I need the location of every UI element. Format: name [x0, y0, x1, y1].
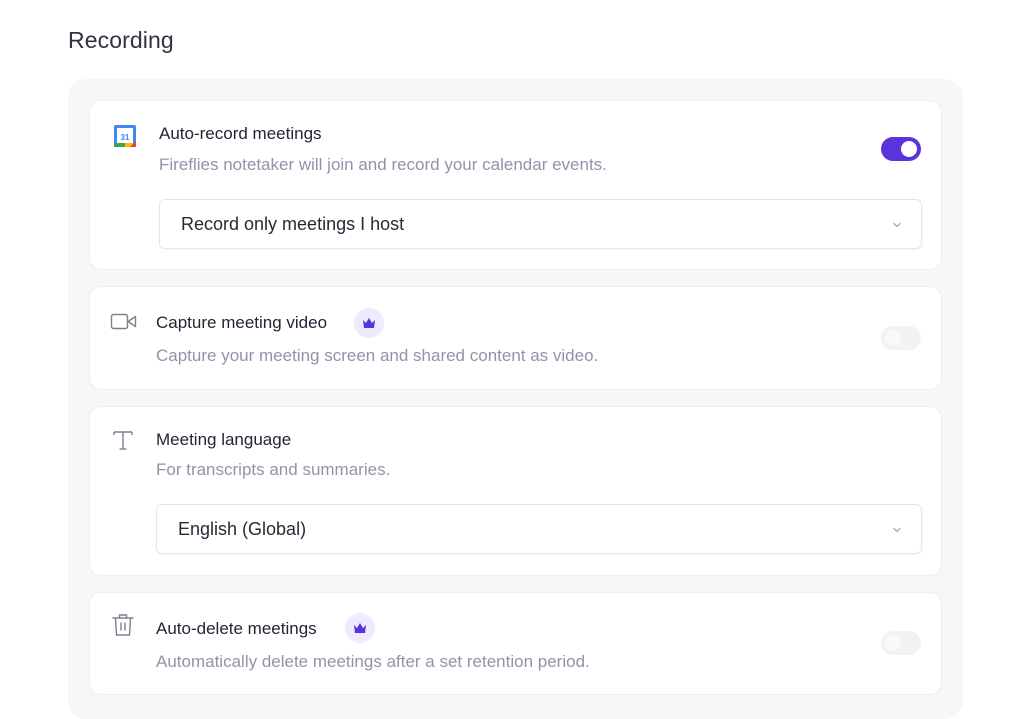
google-calendar-icon: 31	[114, 125, 136, 152]
capture-video-card: Capture meeting video Capture your meeti…	[89, 286, 942, 390]
video-camera-icon	[110, 312, 138, 337]
auto-delete-description: Automatically delete meetings after a se…	[156, 652, 590, 671]
capture-video-title: Capture meeting video	[156, 313, 328, 332]
crown-icon	[354, 623, 366, 633]
auto-record-scope-value: Record only meetings I host	[181, 214, 405, 234]
section-title: Recording	[68, 27, 174, 53]
text-format-icon	[112, 429, 134, 456]
auto-record-description: Fireflies notetaker will join and record…	[159, 155, 607, 174]
capture-video-description: Capture your meeting screen and shared c…	[156, 346, 599, 365]
capture-video-toggle[interactable]	[881, 326, 921, 350]
auto-record-title: Auto-record meetings	[159, 124, 322, 143]
meeting-language-title: Meeting language	[156, 430, 292, 449]
premium-badge	[345, 613, 375, 643]
crown-icon	[363, 318, 375, 328]
svg-text:31: 31	[121, 133, 130, 142]
toggle-knob	[901, 141, 917, 157]
auto-delete-title: Auto-delete meetings	[156, 619, 317, 638]
chevron-down-icon	[891, 218, 903, 236]
meeting-language-description: For transcripts and summaries.	[156, 460, 391, 479]
meeting-language-card: Meeting language For transcripts and sum…	[89, 406, 942, 576]
auto-delete-toggle[interactable]	[881, 631, 921, 655]
auto-record-toggle[interactable]	[881, 137, 921, 161]
chevron-down-icon	[891, 523, 903, 541]
auto-record-scope-select[interactable]: Record only meetings I host	[159, 199, 922, 249]
meeting-language-value: English (Global)	[178, 519, 307, 539]
toggle-knob	[885, 635, 901, 651]
premium-badge	[354, 308, 384, 338]
meeting-language-select[interactable]: English (Global)	[156, 504, 922, 554]
auto-delete-card: Auto-delete meetings Automatically delet…	[89, 592, 942, 695]
toggle-knob	[885, 330, 901, 346]
trash-icon	[112, 613, 134, 642]
auto-record-card: 31 Auto-record meetings Fireflies noteta…	[89, 100, 942, 270]
